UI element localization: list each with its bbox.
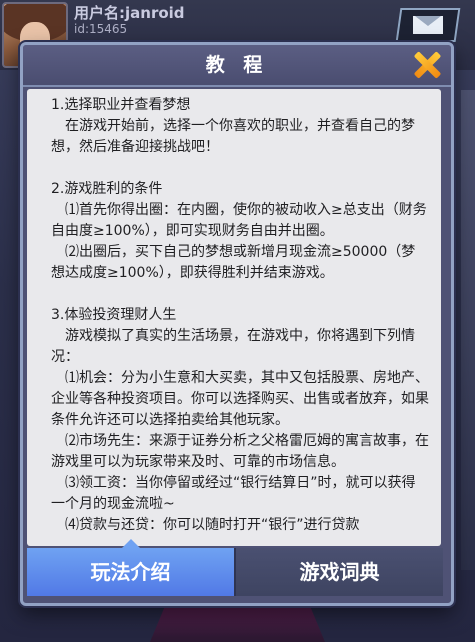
tutorial-dialog: 教 程 1.选择职业并查看梦想 在游戏开始前，选择一个你喜欢的职业，并查看自己的… — [20, 42, 454, 606]
tab-bar: 玩法介绍 游戏词典 — [27, 539, 443, 596]
side-panel-edge — [461, 90, 475, 570]
tutorial-content[interactable]: 1.选择职业并查看梦想 在游戏开始前，选择一个你喜欢的职业，并查看自己的梦想，然… — [27, 89, 441, 546]
section-2-heading: 2.游戏胜利的条件 — [51, 181, 163, 197]
tab-gameplay-intro[interactable]: 玩法介绍 — [27, 539, 234, 596]
section-3-intro: 游戏模拟了真实的生活场景，在游戏中，你将遇到下列情况： — [51, 328, 415, 365]
dialog-header: 教 程 — [23, 45, 451, 87]
user-id-label: id:15465 — [74, 22, 128, 36]
section-3-item-3: ⑶领工资：当你停留或经过“银行结算日”时，就可以获得一个月的现金流啦~ — [51, 475, 416, 512]
mail-icon — [413, 16, 443, 34]
section-2-item-2: ⑵出圈后，买下自己的梦想或新增月现金流≥50000（梦想达成度≥100%），即获… — [51, 244, 416, 281]
section-3-heading: 3.体验投资理财人生 — [51, 307, 177, 323]
section-3-item-2: ⑵市场先生：来源于证券分析之父格雷厄姆的寓言故事，在游戏里可以为玩家带来及时、可… — [51, 433, 429, 470]
dialog-title: 教 程 — [205, 54, 269, 76]
section-3-item-1: ⑴机会：分为小生意和大买卖，其中又包括股票、房地产、企业等各种投资项目。你可以选… — [51, 370, 429, 428]
section-2-item-1: ⑴首先你得出圈：在内圈，使你的被动收入≥总支出（财务自由度≥100%），即可实现… — [51, 202, 427, 239]
section-1-body: 在游戏开始前，选择一个你喜欢的职业，并查看自己的梦想，然后准备迎接挑战吧！ — [51, 118, 415, 155]
username-label: 用户名:janroid — [74, 4, 185, 22]
section-3-item-4: ⑷贷款与还贷：你可以随时打开“银行”进行贷款 — [65, 517, 360, 533]
tab-game-dictionary[interactable]: 游戏词典 — [234, 548, 443, 596]
section-1-heading: 1.选择职业并查看梦想 — [51, 97, 191, 113]
close-x-icon[interactable] — [411, 50, 443, 80]
mail-button[interactable] — [395, 8, 461, 42]
bottom-decoration — [150, 600, 325, 642]
